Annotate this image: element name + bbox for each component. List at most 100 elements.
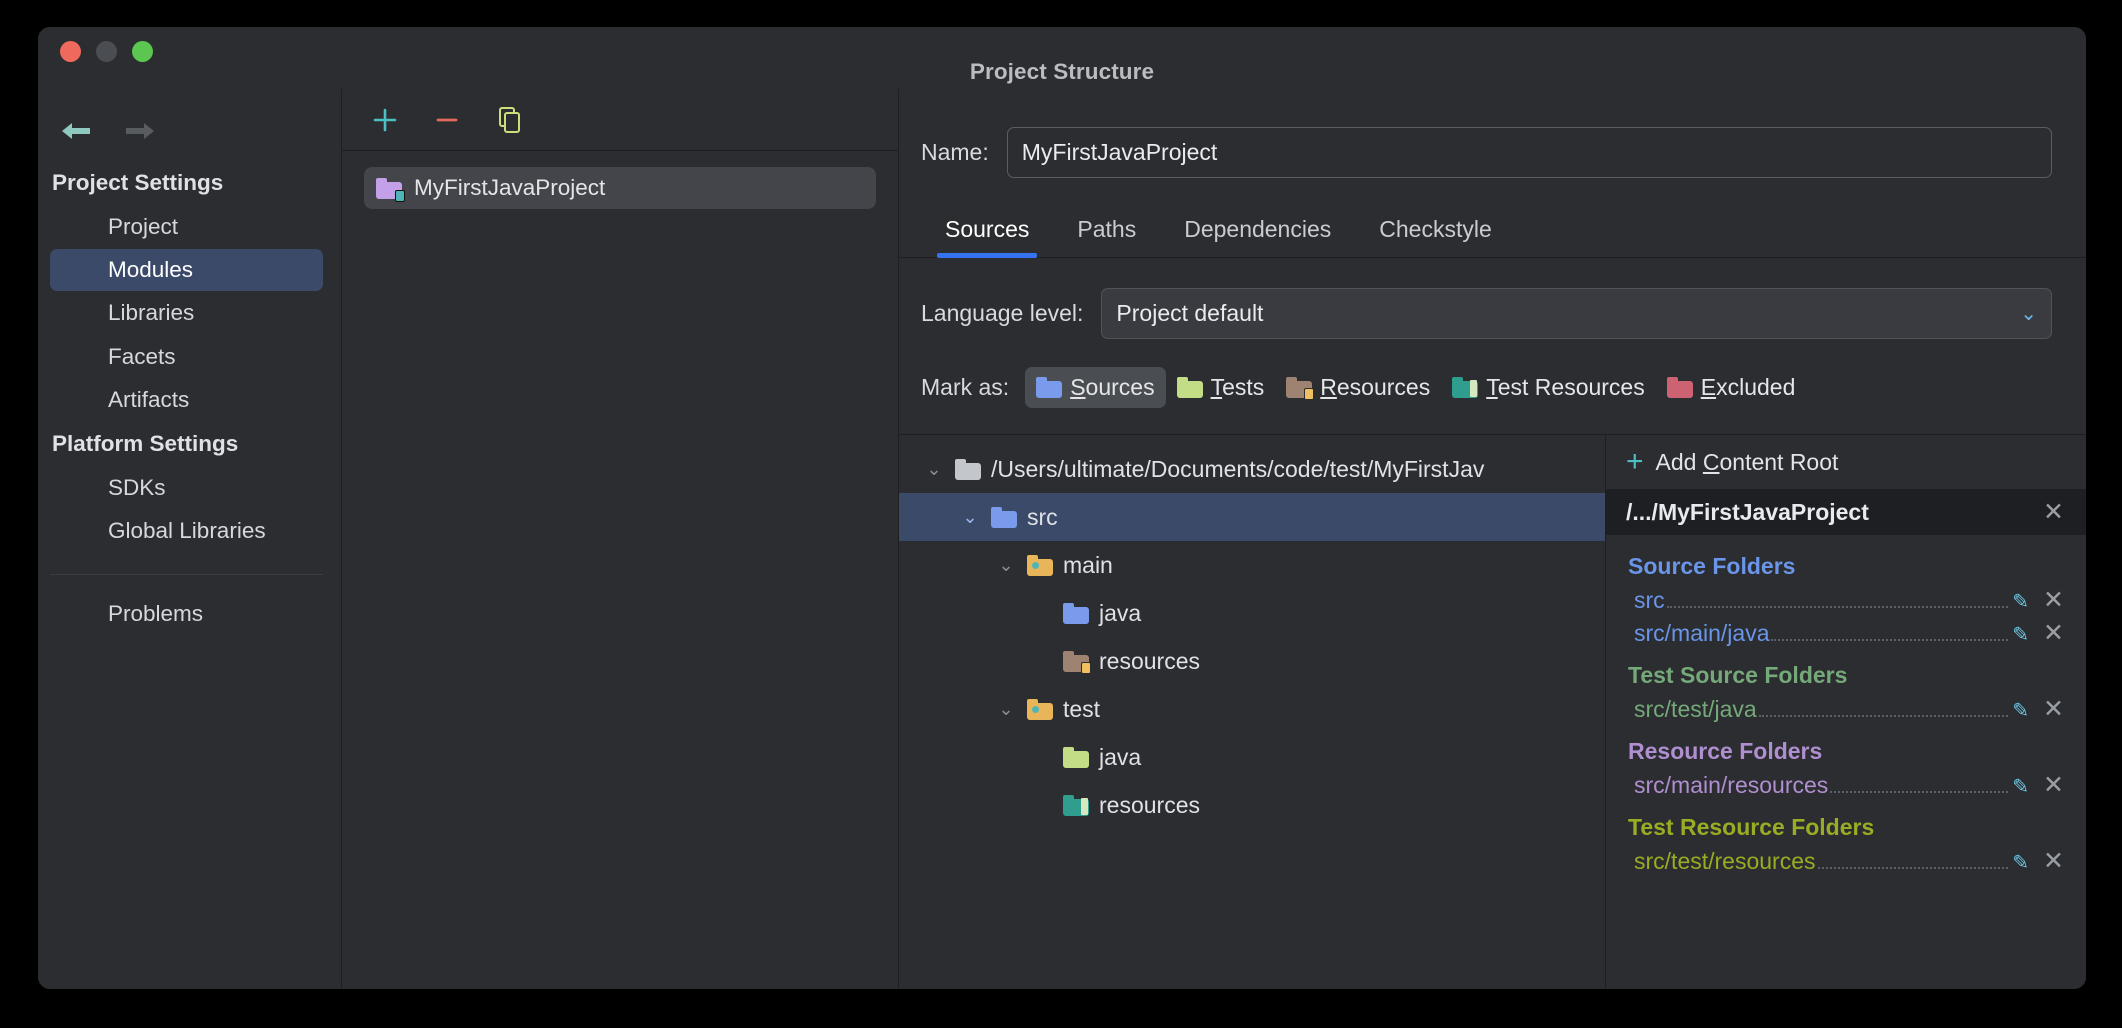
test-resource-folder-row[interactable]: src/test/resources ✎ ✕	[1606, 845, 2086, 878]
language-level-label: Language level:	[921, 300, 1083, 327]
test-resource-folders-title: Test Resource Folders	[1606, 802, 2086, 845]
tab-checkstyle[interactable]: Checkstyle	[1355, 208, 1515, 257]
edit-icon[interactable]: ✎	[2012, 589, 2029, 614]
mark-as-excluded-button[interactable]: Excluded	[1656, 367, 1807, 408]
add-icon[interactable]	[368, 103, 402, 137]
window-body: Project Settings Project Modules Librari…	[38, 89, 2086, 989]
mark-as-label: Mark as:	[921, 374, 1009, 401]
settings-sidebar: Project Settings Project Modules Librari…	[38, 89, 342, 989]
folder-path: src/main/java	[1634, 620, 1769, 647]
sources-lower-split: ⌄ /Users/ultimate/Documents/code/test/My…	[899, 434, 2086, 989]
remove-folder-icon[interactable]: ✕	[2041, 588, 2066, 613]
tree-row[interactable]: ⌄ resources	[899, 637, 1605, 685]
folder-tests-icon	[1177, 377, 1203, 398]
remove-folder-icon[interactable]: ✕	[2041, 697, 2066, 722]
folder-module-icon	[1027, 699, 1053, 720]
edit-icon[interactable]: ✎	[2012, 698, 2029, 723]
sidebar-item-libraries[interactable]: Libraries	[50, 292, 323, 334]
mark-as-tests-button[interactable]: Tests	[1166, 367, 1276, 408]
mark-as-test-resources-button[interactable]: Test Resources	[1441, 367, 1656, 408]
folder-path: src/test/resources	[1634, 848, 1816, 875]
remove-folder-icon[interactable]: ✕	[2041, 849, 2066, 874]
folder-resources-icon	[1063, 651, 1089, 672]
tree-row[interactable]: ⌄ resources	[899, 781, 1605, 829]
remove-content-root-icon[interactable]: ✕	[2041, 500, 2066, 525]
language-level-row: Language level: Project default ⌄	[899, 258, 2086, 339]
add-content-root-mnemonic: C	[1703, 449, 1720, 475]
tree-row[interactable]: ⌄ /Users/ultimate/Documents/code/test/My…	[899, 445, 1605, 493]
tab-dependencies[interactable]: Dependencies	[1160, 208, 1355, 257]
chevron-down-icon[interactable]: ⌄	[995, 699, 1017, 720]
tree-row[interactable]: ⌄ main	[899, 541, 1605, 589]
sidebar-group-project-settings: Project Settings	[38, 161, 341, 205]
dotted-filler	[1830, 791, 2008, 793]
edit-icon[interactable]: ✎	[2012, 850, 2029, 875]
folder-test-resources-icon	[1452, 377, 1478, 398]
chevron-down-icon[interactable]: ⌄	[959, 507, 981, 528]
module-list-panel: MyFirstJavaProject	[342, 89, 899, 989]
module-name-input[interactable]	[1007, 127, 2052, 178]
mark-as-sources-label: ources	[1086, 374, 1155, 400]
sidebar-item-global-libraries[interactable]: Global Libraries	[50, 510, 323, 552]
tree-row-label: resources	[1099, 792, 1200, 819]
content-roots-pane: + Add Content Root /.../MyFirstJavaProje…	[1606, 435, 2086, 989]
mark-as-excluded-label: xcluded	[1716, 374, 1795, 400]
resource-folders-title: Resource Folders	[1606, 726, 2086, 769]
source-folder-row[interactable]: src/main/java ✎ ✕	[1606, 617, 2086, 650]
mark-as-resources-button[interactable]: Resources	[1275, 367, 1441, 408]
module-list-item[interactable]: MyFirstJavaProject	[364, 167, 876, 209]
tree-row[interactable]: ⌄ test	[899, 685, 1605, 733]
resource-folder-row[interactable]: src/main/resources ✎ ✕	[1606, 769, 2086, 802]
tab-paths[interactable]: Paths	[1053, 208, 1160, 257]
sidebar-item-sdks[interactable]: SDKs	[50, 467, 323, 509]
edit-icon[interactable]: ✎	[2012, 622, 2029, 647]
remove-folder-icon[interactable]: ✕	[2041, 773, 2066, 798]
mark-as-test-resources-mnemonic: T	[1486, 374, 1498, 400]
forward-arrow-icon[interactable]	[124, 120, 156, 142]
language-level-select[interactable]: Project default ⌄	[1101, 288, 2052, 339]
sidebar-item-modules[interactable]: Modules	[50, 249, 323, 291]
tree-row-label: java	[1099, 600, 1141, 627]
tree-row[interactable]: ⌄ java	[899, 733, 1605, 781]
mark-as-tests-mnemonic: T	[1211, 374, 1223, 400]
tree-row[interactable]: ⌄ java	[899, 589, 1605, 637]
test-source-folder-row[interactable]: src/test/java ✎ ✕	[1606, 693, 2086, 726]
tab-sources[interactable]: Sources	[921, 208, 1053, 257]
chevron-down-icon: ⌄	[2020, 304, 2037, 324]
mark-as-row: Mark as: Sources Tests	[899, 339, 2086, 434]
source-folders-title: Source Folders	[1606, 541, 2086, 584]
mark-as-resources-label: esources	[1337, 374, 1430, 400]
content-root-tree: ⌄ /Users/ultimate/Documents/code/test/My…	[899, 435, 1606, 989]
tree-row-label: src	[1027, 504, 1058, 531]
folder-sources-icon	[1036, 377, 1062, 398]
chevron-down-icon[interactable]: ⌄	[995, 555, 1017, 576]
dotted-filler	[1667, 606, 2009, 608]
add-content-root-button[interactable]: + Add Content Root	[1606, 435, 2086, 489]
language-level-value: Project default	[1116, 300, 1263, 327]
dotted-filler	[1759, 715, 2009, 717]
folder-module-icon	[376, 178, 402, 199]
name-row: Name:	[899, 89, 2086, 178]
mark-as-sources-mnemonic: S	[1070, 374, 1085, 400]
navigation-arrows	[38, 89, 341, 151]
sidebar-item-problems[interactable]: Problems	[50, 593, 323, 635]
source-folder-row[interactable]: src ✎ ✕	[1606, 584, 2086, 617]
remove-icon[interactable]	[430, 103, 464, 137]
tree-row-label: java	[1099, 744, 1141, 771]
folder-module-icon	[1027, 555, 1053, 576]
copy-icon[interactable]	[492, 103, 526, 137]
tree-row-label: test	[1063, 696, 1100, 723]
module-name: MyFirstJavaProject	[414, 175, 605, 201]
module-detail-panel: Name: Sources Paths Dependencies Checkst…	[899, 89, 2086, 989]
back-arrow-icon[interactable]	[60, 120, 92, 142]
chevron-down-icon[interactable]: ⌄	[923, 459, 945, 480]
edit-icon[interactable]: ✎	[2012, 774, 2029, 799]
tree-row[interactable]: ⌄ src	[899, 493, 1605, 541]
remove-folder-icon[interactable]: ✕	[2041, 621, 2066, 646]
sidebar-item-artifacts[interactable]: Artifacts	[50, 379, 323, 421]
sidebar-item-project[interactable]: Project	[50, 206, 323, 248]
content-root-path: /.../MyFirstJavaProject	[1626, 499, 1869, 526]
add-content-root-label-rest: ontent Root	[1719, 449, 1838, 475]
mark-as-sources-button[interactable]: Sources	[1025, 367, 1165, 408]
sidebar-item-facets[interactable]: Facets	[50, 336, 323, 378]
